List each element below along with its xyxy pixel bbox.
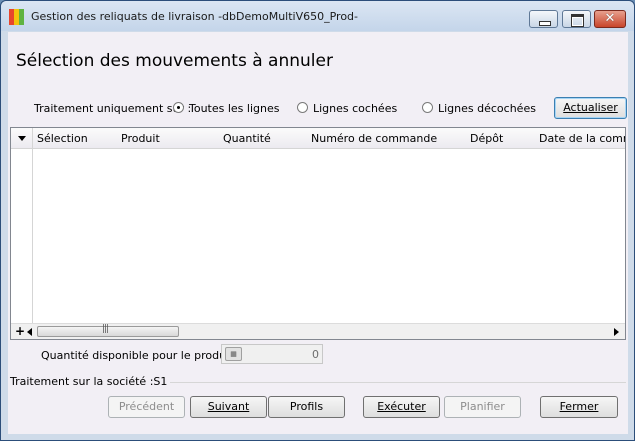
close-button[interactable]: Fermer: [540, 396, 618, 418]
profiles-button[interactable]: Profils: [268, 396, 345, 418]
title-bar[interactable]: Gestion des reliquats de livraison -dbDe…: [1, 1, 634, 31]
next-button-label: Suivant: [207, 400, 250, 413]
schedule-button[interactable]: Planifier: [444, 396, 521, 418]
quantity-value: 0: [312, 348, 319, 361]
grid-header: Sélection Produit Quantité Numéro de com…: [11, 128, 625, 149]
previous-button[interactable]: Précédent: [108, 396, 185, 418]
horizontal-scrollbar[interactable]: +: [11, 323, 625, 339]
page-title: Sélection des mouvements à annuler: [16, 51, 333, 71]
column-header-selection[interactable]: Sélection: [37, 132, 88, 145]
radio-all-lines-label: Toutes les lignes: [189, 102, 280, 115]
refresh-button[interactable]: Actualiser: [554, 97, 627, 119]
scroll-left-icon[interactable]: [27, 328, 32, 336]
maximize-button[interactable]: [562, 10, 591, 28]
column-header-order-date[interactable]: Date de la comma: [539, 132, 625, 145]
close-icon: ✕: [604, 11, 616, 26]
quantity-field: ▦ 0: [221, 344, 323, 364]
radio-checked-icon: [173, 102, 184, 113]
quantity-label: Quantité disponible pour le produit :: [41, 349, 241, 362]
movements-grid[interactable]: Sélection Produit Quantité Numéro de com…: [10, 127, 626, 340]
column-header-order-number[interactable]: Numéro de commande: [311, 132, 437, 145]
maximize-icon: [563, 11, 590, 27]
minimize-button[interactable]: [529, 10, 558, 28]
window-title: Gestion des reliquats de livraison -dbDe…: [31, 10, 359, 23]
previous-button-label: Précédent: [118, 400, 175, 413]
execute-button-label: Exécuter: [377, 400, 426, 413]
column-header-product[interactable]: Produit: [121, 132, 160, 145]
row-header-strip: [11, 149, 33, 325]
minimize-icon: [530, 11, 557, 27]
dialog-body: Sélection des mouvements à annuler Trait…: [8, 32, 628, 434]
filter-label: Traitement uniquement sur :: [34, 102, 192, 115]
profiles-button-label: Profils: [289, 400, 324, 413]
radio-unchecked-lines-label: Lignes décochées: [438, 102, 536, 115]
close-button-label: Fermer: [559, 400, 599, 413]
scrollbar-thumb[interactable]: [37, 324, 179, 337]
schedule-button-label: Planifier: [460, 400, 505, 413]
column-menu-icon[interactable]: [11, 128, 33, 148]
app-window: Gestion des reliquats de livraison -dbDe…: [0, 0, 635, 441]
scroll-right-icon[interactable]: [614, 328, 619, 336]
calculator-icon[interactable]: ▦: [225, 347, 242, 361]
execute-button[interactable]: Exécuter: [363, 396, 440, 418]
column-header-quantity[interactable]: Quantité: [223, 132, 271, 145]
next-button[interactable]: Suivant: [190, 396, 267, 418]
society-label: Traitement sur la société :S1: [10, 375, 171, 388]
refresh-button-label: Actualiser: [563, 101, 618, 114]
add-row-icon[interactable]: +: [15, 324, 25, 338]
app-logo-icon: [9, 9, 25, 25]
society-group: Traitement sur la société :S1: [10, 375, 626, 389]
column-header-depot[interactable]: Dépôt: [470, 132, 503, 145]
radio-unchecked-icon: [297, 102, 308, 113]
close-window-button[interactable]: ✕: [594, 10, 626, 28]
radio-unchecked-icon: [422, 102, 433, 113]
radio-checked-lines-label: Lignes cochées: [313, 102, 398, 115]
